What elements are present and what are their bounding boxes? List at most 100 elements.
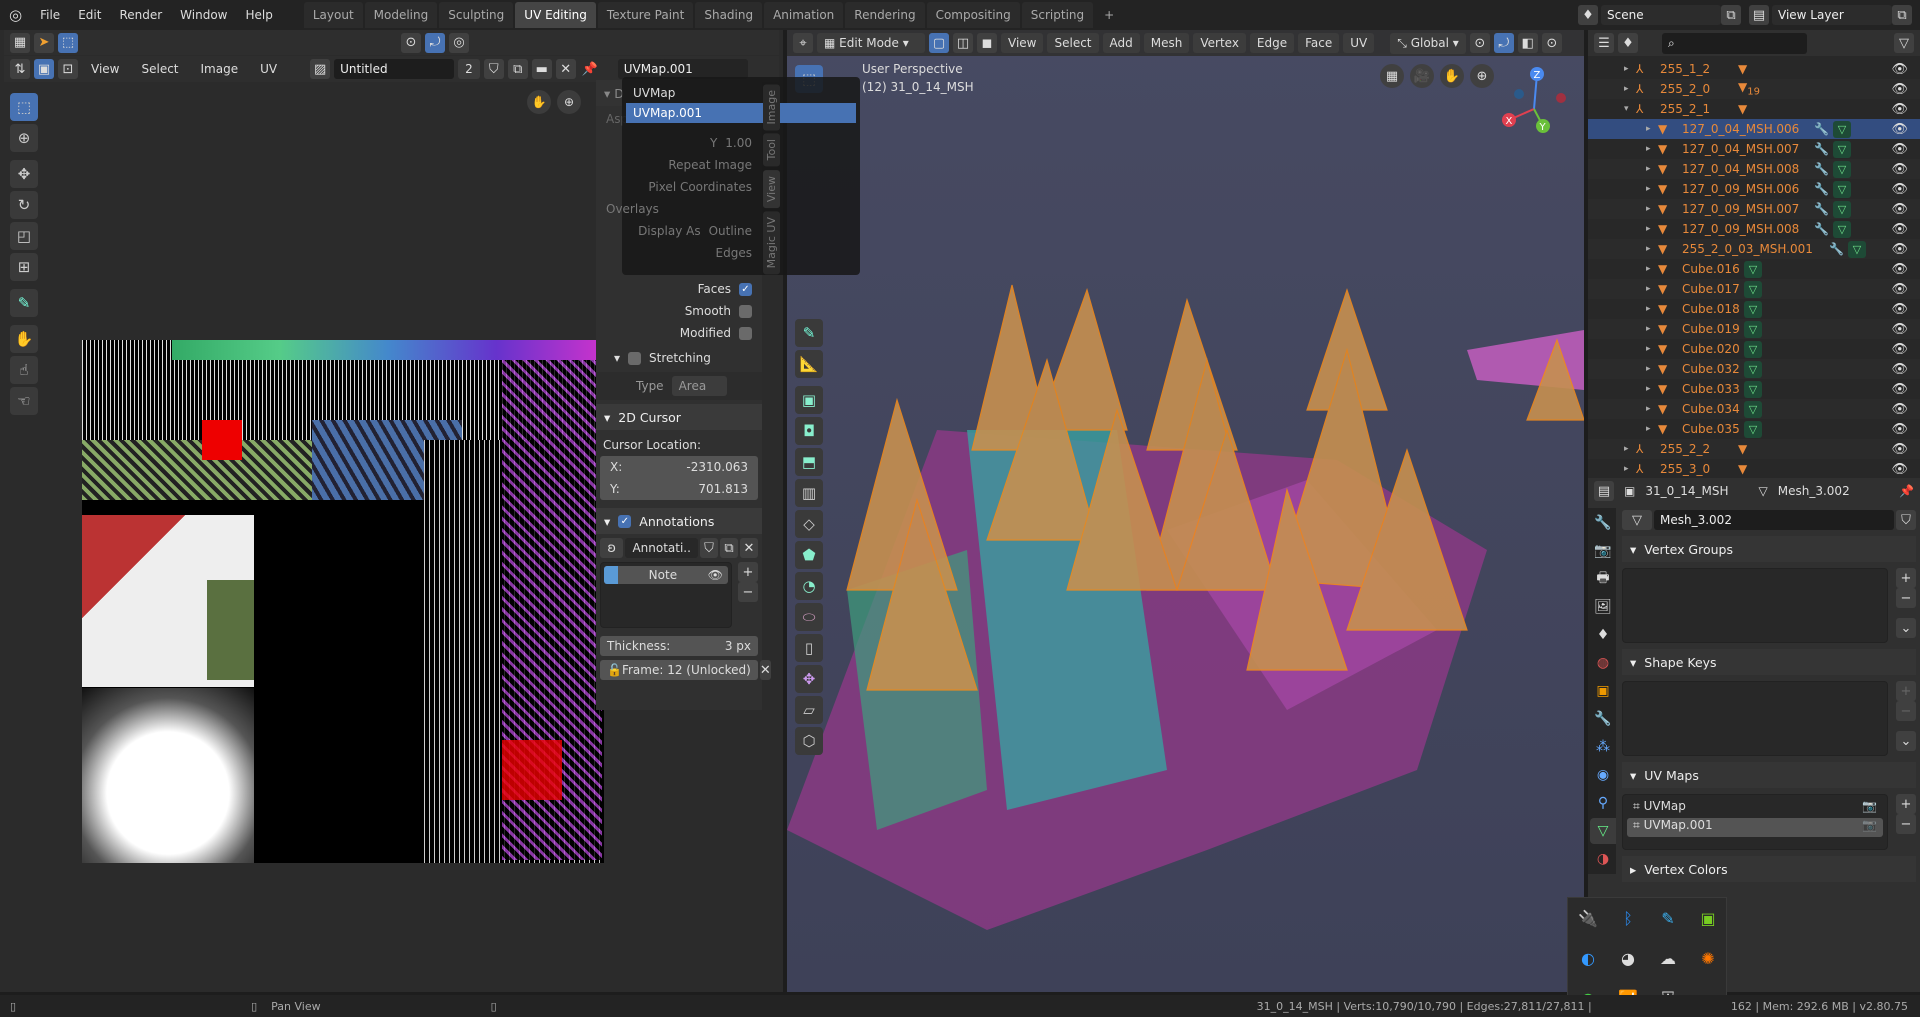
tab-compositing[interactable]: Compositing — [926, 2, 1020, 28]
active-render-icon[interactable]: 📷 — [1862, 799, 1877, 818]
proportional-edit-icon[interactable]: ◎ — [449, 32, 469, 53]
annotation-name[interactable]: Annotati.. — [625, 538, 698, 558]
edge-select-icon[interactable]: ◫ — [953, 33, 973, 53]
visibility-eye-icon[interactable]: 👁 — [1891, 82, 1908, 97]
aspect-y-row[interactable]: Y 1.00 — [596, 132, 762, 154]
expand-arrow-icon[interactable]: ▸ — [1646, 384, 1651, 394]
grab-tool[interactable]: ✋ — [10, 325, 38, 353]
sidebar-tab-tool[interactable]: Tool — [763, 133, 780, 167]
pinch-tool[interactable]: ☜ — [10, 387, 38, 415]
visibility-eye-icon[interactable]: 👁 — [1891, 122, 1908, 137]
zoom-nav-icon[interactable]: ⊕ — [557, 90, 581, 114]
mesh-data-icon[interactable]: ▽ — [1744, 300, 1762, 318]
mesh-data-icon[interactable]: ▽ — [1832, 140, 1851, 158]
tab-shading[interactable]: Shading — [695, 2, 763, 28]
app-icon[interactable]: ◐ — [1581, 949, 1595, 968]
outliner-item[interactable]: ▸ ▼ 127_0_09_MSH.008 🔧 ▽ 👁 — [1588, 219, 1920, 239]
cloud-upload-icon[interactable]: ☁ — [1660, 949, 1676, 968]
pixel-coords-row[interactable]: Pixel Coordinates — [596, 176, 762, 198]
outliner-item[interactable]: ▸ ▼ 127_0_04_MSH.006 🔧 ▽ 👁 — [1588, 119, 1920, 139]
remove-layer-button[interactable]: − — [738, 582, 758, 602]
navigation-gizmo[interactable]: Z X Y — [1499, 64, 1569, 144]
menu-file[interactable]: File — [31, 8, 69, 22]
mesh-data-icon[interactable]: ▽ — [1744, 380, 1762, 398]
scene-tab-icon[interactable]: ♦ — [1590, 622, 1616, 648]
view-layer-tab-icon[interactable]: 🖼 — [1590, 594, 1616, 620]
snap-target-icon[interactable]: ◧ — [1517, 33, 1538, 53]
modifier-icon[interactable]: 🔧 — [1814, 142, 1829, 156]
display-mode-icon[interactable]: ☰ — [1594, 33, 1614, 53]
mesh-data-icon[interactable]: ▽ — [1832, 220, 1851, 238]
data-tab-icon[interactable]: ▽ — [1590, 818, 1616, 844]
vertex-groups-header[interactable]: ▾ Vertex Groups — [1622, 536, 1916, 562]
expand-arrow-icon[interactable]: ▸ — [1624, 444, 1629, 454]
fake-user-icon[interactable]: ⛉ — [483, 59, 504, 79]
expand-arrow-icon[interactable]: ▸ — [1646, 404, 1651, 414]
visibility-eye-icon[interactable]: 👁 — [1891, 342, 1908, 357]
uv-select-mode-icon[interactable]: ▣ — [34, 59, 54, 79]
output-tab-icon[interactable]: 🖶 — [1590, 566, 1616, 592]
outliner-search-input[interactable]: ⌕ — [1662, 32, 1807, 54]
loop-cut-tool[interactable]: ▥ — [795, 479, 823, 507]
outliner-item[interactable]: ▸ ▼ Cube.033 ▽ 👁 — [1588, 379, 1920, 399]
mesh-data-icon[interactable]: ▽ — [1832, 200, 1851, 218]
menu-edit[interactable]: Edit — [69, 8, 110, 22]
mesh-data-icon[interactable]: ▽ — [1847, 240, 1866, 258]
modifier-icon[interactable]: 🔧 — [1814, 122, 1829, 136]
outliner-item[interactable]: ▸ ▼ 255_2_0_03_MSH.001 🔧 ▽ 👁 — [1588, 239, 1920, 259]
uv-map-item[interactable]: ⌗ UVMap 📷 — [1627, 799, 1883, 818]
outliner-item[interactable]: ▸ ▼ Cube.019 ▽ 👁 — [1588, 319, 1920, 339]
tab-scripting[interactable]: Scripting — [1021, 2, 1094, 28]
render-tab-icon[interactable]: 📷 — [1590, 538, 1616, 564]
expand-arrow-icon[interactable]: ▾ — [1624, 104, 1629, 114]
2d-cursor-header[interactable]: ▾ 2D Cursor — [596, 404, 762, 430]
camera-view-icon[interactable]: 🎥 — [1410, 64, 1434, 88]
viewport-snap-icon[interactable]: ⤾ — [1493, 33, 1514, 53]
modifier-icon[interactable]: 🔧 — [1814, 222, 1829, 236]
stretching-header[interactable]: ▾ Stretching — [596, 344, 762, 372]
annotation-fake-user-icon[interactable]: ⛉ — [699, 538, 718, 558]
visibility-eye-icon[interactable]: 👁 — [1891, 182, 1908, 197]
viewport-menu-edge[interactable]: Edge — [1249, 33, 1295, 53]
annotation-layer-note[interactable]: Note 👁 — [604, 566, 728, 584]
select-box-tool[interactable]: ⬚ — [10, 93, 38, 121]
tab-sculpting[interactable]: Sculpting — [439, 2, 514, 28]
sk-menu-button[interactable]: ⌄ — [1896, 731, 1916, 751]
tab-layout[interactable]: Layout — [303, 2, 363, 28]
expand-arrow-icon[interactable]: ▸ — [1646, 184, 1651, 194]
eye-icon[interactable]: 👁 — [708, 568, 728, 582]
smooth-tool[interactable]: ⬭ — [795, 603, 823, 631]
expand-arrow-icon[interactable]: ▸ — [1624, 84, 1629, 94]
uv-menu-select[interactable]: Select — [132, 62, 187, 76]
scale-tool[interactable]: ◰ — [10, 222, 38, 250]
particles-tab-icon[interactable]: ⁂ — [1590, 734, 1616, 760]
viewport-menu-face[interactable]: Face — [1298, 33, 1340, 53]
extrude-tool[interactable]: ▣ — [795, 386, 823, 414]
properties-editor-type-icon[interactable]: ▤ — [1594, 481, 1614, 501]
annotation-unlink-icon[interactable]: ✕ — [739, 538, 758, 558]
outliner-item[interactable]: ▸ ⅄ 255_1_2 ▼ 👁 — [1588, 59, 1920, 79]
new-scene-icon[interactable]: ⧉ — [1721, 5, 1741, 25]
modifier-tab-icon[interactable]: 🔧 — [1590, 706, 1616, 732]
visibility-eye-icon[interactable]: 👁 — [1891, 222, 1908, 237]
annotations-header[interactable]: ▾ ✓ Annotations — [596, 508, 762, 534]
outliner-scene-icon[interactable]: ♦ — [1618, 33, 1638, 53]
outliner-item[interactable]: ▸ ▼ Cube.018 ▽ 👁 — [1588, 299, 1920, 319]
modifier-icon[interactable]: 🔧 — [1814, 202, 1829, 216]
expand-arrow-icon[interactable]: ▸ — [1624, 64, 1629, 74]
annotations-checkbox[interactable]: ✓ — [618, 514, 632, 528]
snap-icon[interactable]: ⤾ — [425, 32, 445, 53]
vertex-colors-header[interactable]: ▸ Vertex Colors — [1622, 856, 1916, 882]
outliner-item[interactable]: ▸ ▼ 127_0_04_MSH.008 🔧 ▽ 👁 — [1588, 159, 1920, 179]
measure-tool[interactable]: 📐 — [795, 350, 823, 378]
visibility-eye-icon[interactable]: 👁 — [1891, 422, 1908, 437]
repeat-image-row[interactable]: Repeat Image — [596, 154, 762, 176]
new-view-layer-icon[interactable]: ⧉ — [1892, 5, 1912, 25]
color-wheel-icon[interactable]: ◕ — [1621, 949, 1635, 968]
visibility-eye-icon[interactable]: 👁 — [1891, 242, 1908, 257]
cursor-y-field[interactable]: Y: 701.813 — [600, 478, 758, 500]
visibility-eye-icon[interactable]: 👁 — [1891, 382, 1908, 397]
vertex-groups-list[interactable] — [1622, 568, 1888, 643]
sk-add-button[interactable]: + — [1896, 681, 1916, 701]
sync-selection-icon[interactable]: ⇅ — [10, 59, 30, 79]
